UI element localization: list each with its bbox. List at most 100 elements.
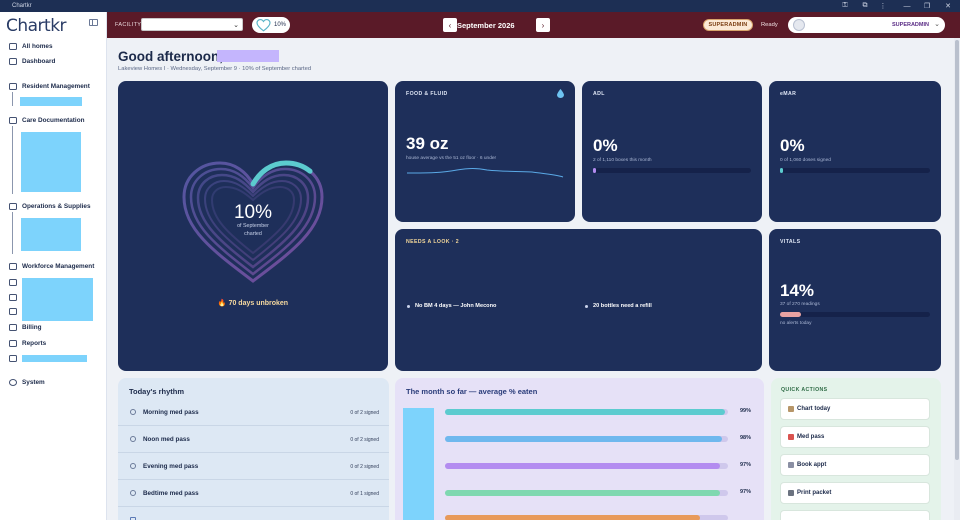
greeting-title: Good afternoon, — [118, 49, 223, 64]
role-badge: SUPERADMIN — [703, 19, 753, 31]
month-label: September 2026 — [457, 21, 515, 30]
chart-today-button[interactable]: Chart today — [780, 398, 930, 420]
adl-card[interactable]: ADL 0% 2 of 1,110 boxes this month — [582, 81, 762, 222]
printer-icon — [788, 490, 794, 496]
status-circle-icon — [130, 436, 136, 442]
user-menu[interactable]: SUPERADMIN ⌄ — [788, 17, 945, 33]
status-circle-icon — [130, 490, 136, 496]
hero-pct: 10% — [233, 202, 273, 223]
os-title-bar: Chartkr — [0, 0, 960, 12]
charted-heart-pct: 10% — [274, 22, 287, 28]
clipboard-icon — [9, 116, 17, 124]
month-prev-button[interactable]: ‹ — [443, 18, 457, 32]
bullet-icon — [407, 304, 410, 308]
food-fluid-card[interactable]: FOOD & FLUID 39 oz house average vs the … — [395, 81, 575, 222]
card-value: 0% — [593, 136, 618, 155]
card-caption: 0 of 1,060 doses signed — [780, 158, 831, 163]
month-next-button[interactable]: › — [536, 18, 550, 32]
emar-card[interactable]: eMAR 0% 0 of 1,060 doses signed — [769, 81, 941, 222]
vitals-card[interactable]: VITALS 14% 37 of 270 readings no alerts … — [769, 229, 941, 371]
sidebar-item-workforce-management[interactable]: Workforce Management — [9, 261, 94, 271]
sidebar-item-resident-management[interactable]: Resident Management — [9, 81, 90, 91]
facility-select[interactable]: ⌄ — [141, 18, 243, 31]
emar-progress — [780, 168, 930, 173]
nav-subitems-placeholder[interactable] — [21, 132, 81, 192]
facility-label: FACILITY — [115, 22, 142, 28]
sidebar-item-billing[interactable]: Billing — [9, 322, 42, 332]
nav-subitem-placeholder[interactable] — [20, 97, 82, 106]
sidebar-item-operations-supplies[interactable]: Operations & Supplies — [9, 201, 91, 211]
nav-subitems-placeholder[interactable] — [22, 278, 93, 321]
quick-button-label: Book appt — [797, 462, 827, 468]
sidebar-item-reports[interactable]: Reports — [9, 338, 46, 348]
month-bar-pct: 97% — [740, 489, 752, 495]
heart-icon — [256, 18, 271, 32]
card-value: 14% — [780, 281, 815, 300]
grid-icon — [9, 42, 17, 50]
month-bar-track — [445, 463, 728, 469]
quick-button-label: Chart today — [797, 406, 831, 412]
card-title: VITALS — [780, 239, 801, 245]
minimize-icon[interactable]: — — [897, 0, 917, 12]
rhythm-count: 0 of 1 signed — [350, 491, 379, 497]
rhythm-row[interactable]: Noon med pass 0 of 2 signed — [118, 426, 389, 453]
quick-button-partial[interactable] — [780, 510, 930, 520]
charted-hero-card[interactable]: 10% of September charted 🔥 70 days unbro… — [118, 81, 388, 371]
nav-subitems-placeholder[interactable] — [21, 218, 81, 251]
card-value: 39 oz — [406, 134, 449, 153]
calendar-icon — [788, 462, 794, 468]
main-content: Good afternoon, Lakeview Homes I · Wedne… — [107, 38, 960, 520]
avatar — [793, 19, 805, 31]
warning-icon — [9, 293, 17, 301]
sidebar-item-label: Resident Management — [22, 82, 90, 90]
month-bar-pct: 98% — [740, 435, 752, 441]
close-icon[interactable]: ✕ — [938, 0, 958, 12]
card-title: NEEDS A LOOK · 2 — [406, 239, 459, 245]
kebab-menu-icon[interactable]: ⋮ — [873, 0, 893, 12]
sidebar-item-label: Billing — [22, 323, 42, 331]
nav-subitem-icon-row — [9, 353, 22, 363]
needs-item[interactable]: No BM 4 days — John Mecono — [407, 303, 496, 309]
month-bar-fill — [445, 515, 700, 520]
sidebar-item-system[interactable]: System — [9, 377, 45, 387]
app-logo: Chartkr — [6, 16, 67, 36]
needs-item-label: No BM 4 days — John Mecono — [415, 303, 497, 309]
sidebar-item-all-homes[interactable]: All homes — [9, 41, 53, 51]
sidebar-item-dashboard[interactable]: Dashboard — [9, 56, 55, 66]
panel-title: Today's rhythm — [129, 387, 184, 396]
rhythm-count: 0 of 2 signed — [350, 464, 379, 470]
month-bar-track — [445, 436, 728, 442]
chart-icon — [788, 406, 794, 412]
scrollbar[interactable] — [954, 38, 960, 520]
scrollbar-thumb[interactable] — [955, 40, 959, 460]
key-icon[interactable]: ⚿ — [835, 0, 855, 12]
needs-a-look-card[interactable]: NEEDS A LOOK · 2 No BM 4 days — John Mec… — [395, 229, 762, 371]
print-packet-button[interactable]: Print packet — [780, 482, 930, 504]
todays-rhythm-panel: Today's rhythm Morning med pass 0 of 2 s… — [118, 378, 389, 520]
user-role: SUPERADMIN — [892, 22, 929, 28]
sidebar-item-label: All homes — [22, 42, 53, 50]
pill-icon — [788, 434, 794, 440]
extension-icon[interactable]: ⧉ — [855, 0, 875, 12]
maximize-icon[interactable]: ❐ — [917, 0, 937, 12]
sidebar-collapse-icon[interactable] — [89, 19, 98, 26]
top-bar: FACILITY ⌄ 10% ‹ September 2026 › SUPERA… — [107, 12, 960, 38]
sidebar-item-label: Care Documentation — [22, 116, 85, 124]
status-text: Ready — [761, 22, 778, 28]
rhythm-label: Evening med pass — [143, 463, 199, 470]
nav-subitem-placeholder[interactable] — [22, 355, 87, 362]
rhythm-count: 0 of 2 signed — [350, 410, 379, 416]
rhythm-row[interactable]: Morning med pass 0 of 2 signed — [118, 399, 389, 426]
charted-heart-pill[interactable]: 10% — [252, 17, 290, 33]
rhythm-row[interactable]: Evening med pass 0 of 2 signed — [118, 453, 389, 480]
sidebar: Chartkr All homes Dashboard Resident Man… — [0, 12, 107, 520]
rhythm-row[interactable]: Bedtime med pass 0 of 1 signed — [118, 480, 389, 507]
med-pass-button[interactable]: Med pass — [780, 426, 930, 448]
book-appt-button[interactable]: Book appt — [780, 454, 930, 476]
sidebar-item-care-documentation[interactable]: Care Documentation — [9, 115, 85, 125]
chevron-down-icon: ⌄ — [233, 22, 239, 29]
nav-subitem-icon-row — [9, 306, 22, 316]
month-so-far-panel: The month so far — average % eaten 99% 9… — [395, 378, 764, 520]
needs-item[interactable]: 20 bottles need a refill — [585, 303, 652, 309]
card-caption: house average vs the 51 oz floor · 6 und… — [406, 156, 497, 161]
